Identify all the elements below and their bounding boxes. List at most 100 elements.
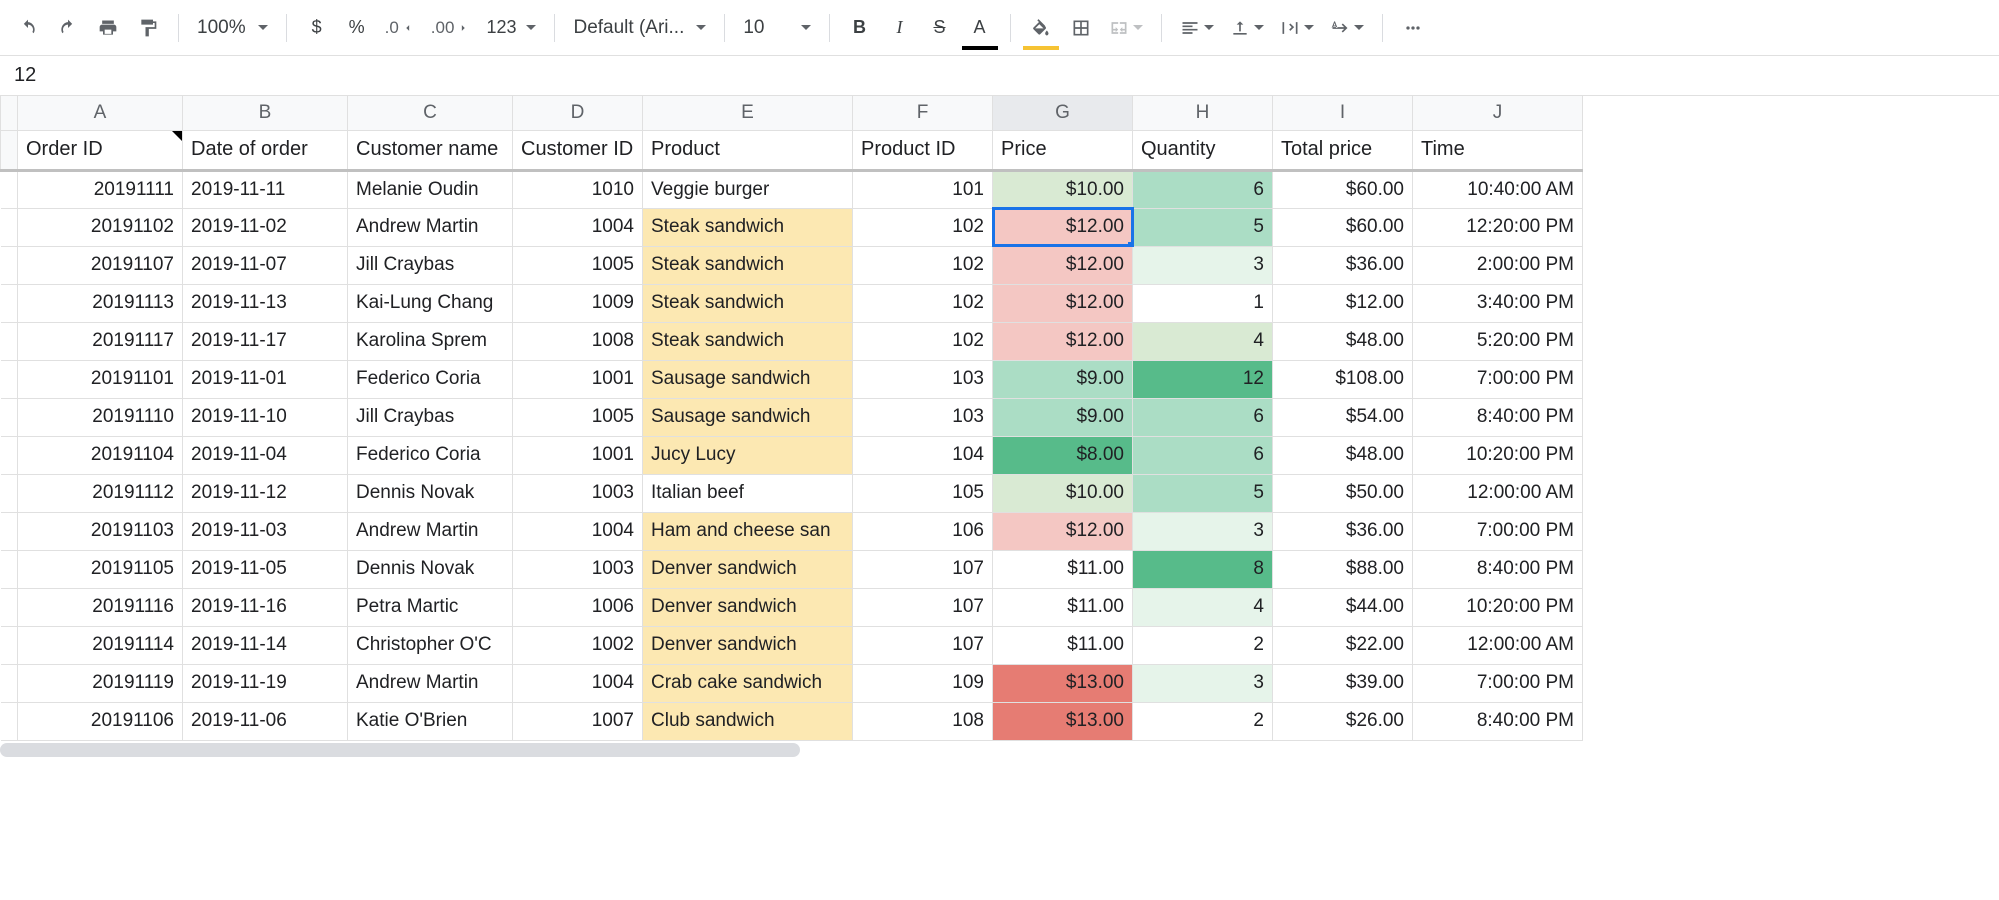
cell[interactable]: 3 <box>1133 512 1273 550</box>
cell[interactable]: $11.00 <box>993 626 1133 664</box>
row-header[interactable] <box>1 398 18 436</box>
horizontal-scrollbar[interactable] <box>0 741 1999 759</box>
cell[interactable]: $60.00 <box>1273 208 1413 246</box>
cell[interactable]: $10.00 <box>993 170 1133 208</box>
cell[interactable]: 2019-11-16 <box>183 588 348 626</box>
select-all-corner[interactable] <box>1 96 18 130</box>
cell[interactable]: 1010 <box>513 170 643 208</box>
cell[interactable]: $13.00 <box>993 664 1133 702</box>
text-rotation-button[interactable] <box>1324 10 1370 46</box>
cell[interactable]: 12:20:00 PM <box>1413 208 1583 246</box>
column-header-J[interactable]: J <box>1413 96 1583 130</box>
cell[interactable]: 1 <box>1133 284 1273 322</box>
formula-bar[interactable]: 12 <box>0 56 1999 96</box>
cell[interactable]: 1005 <box>513 246 643 284</box>
bold-button[interactable]: B <box>842 10 878 46</box>
cell[interactable]: 6 <box>1133 436 1273 474</box>
row-header[interactable] <box>1 436 18 474</box>
cell[interactable]: 7:00:00 PM <box>1413 512 1583 550</box>
row-header[interactable] <box>1 588 18 626</box>
cell[interactable]: 20191111 <box>18 170 183 208</box>
cell[interactable]: 2 <box>1133 702 1273 740</box>
cell[interactable]: 104 <box>853 436 993 474</box>
cell[interactable]: $10.00 <box>993 474 1133 512</box>
cell[interactable]: 2019-11-06 <box>183 702 348 740</box>
cell[interactable]: $12.00 <box>993 208 1133 246</box>
cell[interactable]: 2019-11-10 <box>183 398 348 436</box>
column-header-H[interactable]: H <box>1133 96 1273 130</box>
cell[interactable]: 109 <box>853 664 993 702</box>
cell[interactable]: Denver sandwich <box>643 626 853 664</box>
cell[interactable]: $12.00 <box>993 284 1133 322</box>
cell[interactable]: 6 <box>1133 170 1273 208</box>
row-header[interactable] <box>1 664 18 702</box>
column-header-A[interactable]: A <box>18 96 183 130</box>
row-header[interactable] <box>1 322 18 360</box>
cell[interactable]: Jill Craybas <box>348 398 513 436</box>
field-header-C[interactable]: Customer name <box>348 130 513 170</box>
cell[interactable]: $60.00 <box>1273 170 1413 208</box>
cell[interactable]: 2019-11-19 <box>183 664 348 702</box>
row-header[interactable] <box>1 284 18 322</box>
cell[interactable]: 102 <box>853 208 993 246</box>
cell[interactable]: 20191106 <box>18 702 183 740</box>
cell[interactable]: $108.00 <box>1273 360 1413 398</box>
cell[interactable]: Club sandwich <box>643 702 853 740</box>
currency-format-button[interactable]: $ <box>299 10 335 46</box>
cell[interactable]: 1001 <box>513 436 643 474</box>
field-header-A[interactable]: Order ID <box>18 130 183 170</box>
cell[interactable]: 2019-11-01 <box>183 360 348 398</box>
row-header[interactable] <box>1 360 18 398</box>
cell[interactable]: 8:40:00 PM <box>1413 398 1583 436</box>
cell[interactable]: 107 <box>853 588 993 626</box>
font-size-dropdown[interactable]: 10 <box>737 10 816 46</box>
field-header-F[interactable]: Product ID <box>853 130 993 170</box>
strikethrough-button[interactable]: S <box>922 10 958 46</box>
cell[interactable]: $11.00 <box>993 588 1133 626</box>
italic-button[interactable]: I <box>882 10 918 46</box>
cell[interactable]: 20191117 <box>18 322 183 360</box>
cell[interactable]: 3 <box>1133 246 1273 284</box>
cell[interactable]: 1009 <box>513 284 643 322</box>
cell[interactable]: 1005 <box>513 398 643 436</box>
cell[interactable]: 2019-11-12 <box>183 474 348 512</box>
cell[interactable]: 20191104 <box>18 436 183 474</box>
cell[interactable]: 4 <box>1133 588 1273 626</box>
cell[interactable]: 20191101 <box>18 360 183 398</box>
row-header[interactable] <box>1 208 18 246</box>
cell[interactable]: Federico Coria <box>348 436 513 474</box>
cell[interactable]: Katie O'Brien <box>348 702 513 740</box>
cell[interactable]: 3 <box>1133 664 1273 702</box>
cell[interactable]: 1008 <box>513 322 643 360</box>
cell[interactable]: 1004 <box>513 512 643 550</box>
cell[interactable]: $44.00 <box>1273 588 1413 626</box>
cell[interactable]: Andrew Martin <box>348 664 513 702</box>
cell[interactable]: Dennis Novak <box>348 550 513 588</box>
row-header[interactable] <box>1 626 18 664</box>
cell[interactable]: 2019-11-02 <box>183 208 348 246</box>
cell[interactable]: 3:40:00 PM <box>1413 284 1583 322</box>
field-header-I[interactable]: Total price <box>1273 130 1413 170</box>
cell[interactable]: 107 <box>853 550 993 588</box>
row-header[interactable] <box>1 170 18 208</box>
cell[interactable]: $48.00 <box>1273 322 1413 360</box>
cell[interactable]: 20191114 <box>18 626 183 664</box>
cell[interactable]: 1002 <box>513 626 643 664</box>
cell[interactable]: $12.00 <box>993 246 1133 284</box>
cell[interactable]: Sausage sandwich <box>643 360 853 398</box>
paint-format-button[interactable] <box>130 10 166 46</box>
cell[interactable]: 7:00:00 PM <box>1413 664 1583 702</box>
column-header-I[interactable]: I <box>1273 96 1413 130</box>
cell[interactable]: Andrew Martin <box>348 512 513 550</box>
cell[interactable]: 1004 <box>513 664 643 702</box>
cell[interactable]: 7:00:00 PM <box>1413 360 1583 398</box>
cell[interactable]: $22.00 <box>1273 626 1413 664</box>
cell[interactable]: Ham and cheese san <box>643 512 853 550</box>
cell[interactable]: $9.00 <box>993 398 1133 436</box>
row-header[interactable] <box>1 512 18 550</box>
cell[interactable]: $36.00 <box>1273 512 1413 550</box>
text-wrap-button[interactable] <box>1274 10 1320 46</box>
print-button[interactable] <box>90 10 126 46</box>
cell[interactable]: 5 <box>1133 474 1273 512</box>
column-header-B[interactable]: B <box>183 96 348 130</box>
